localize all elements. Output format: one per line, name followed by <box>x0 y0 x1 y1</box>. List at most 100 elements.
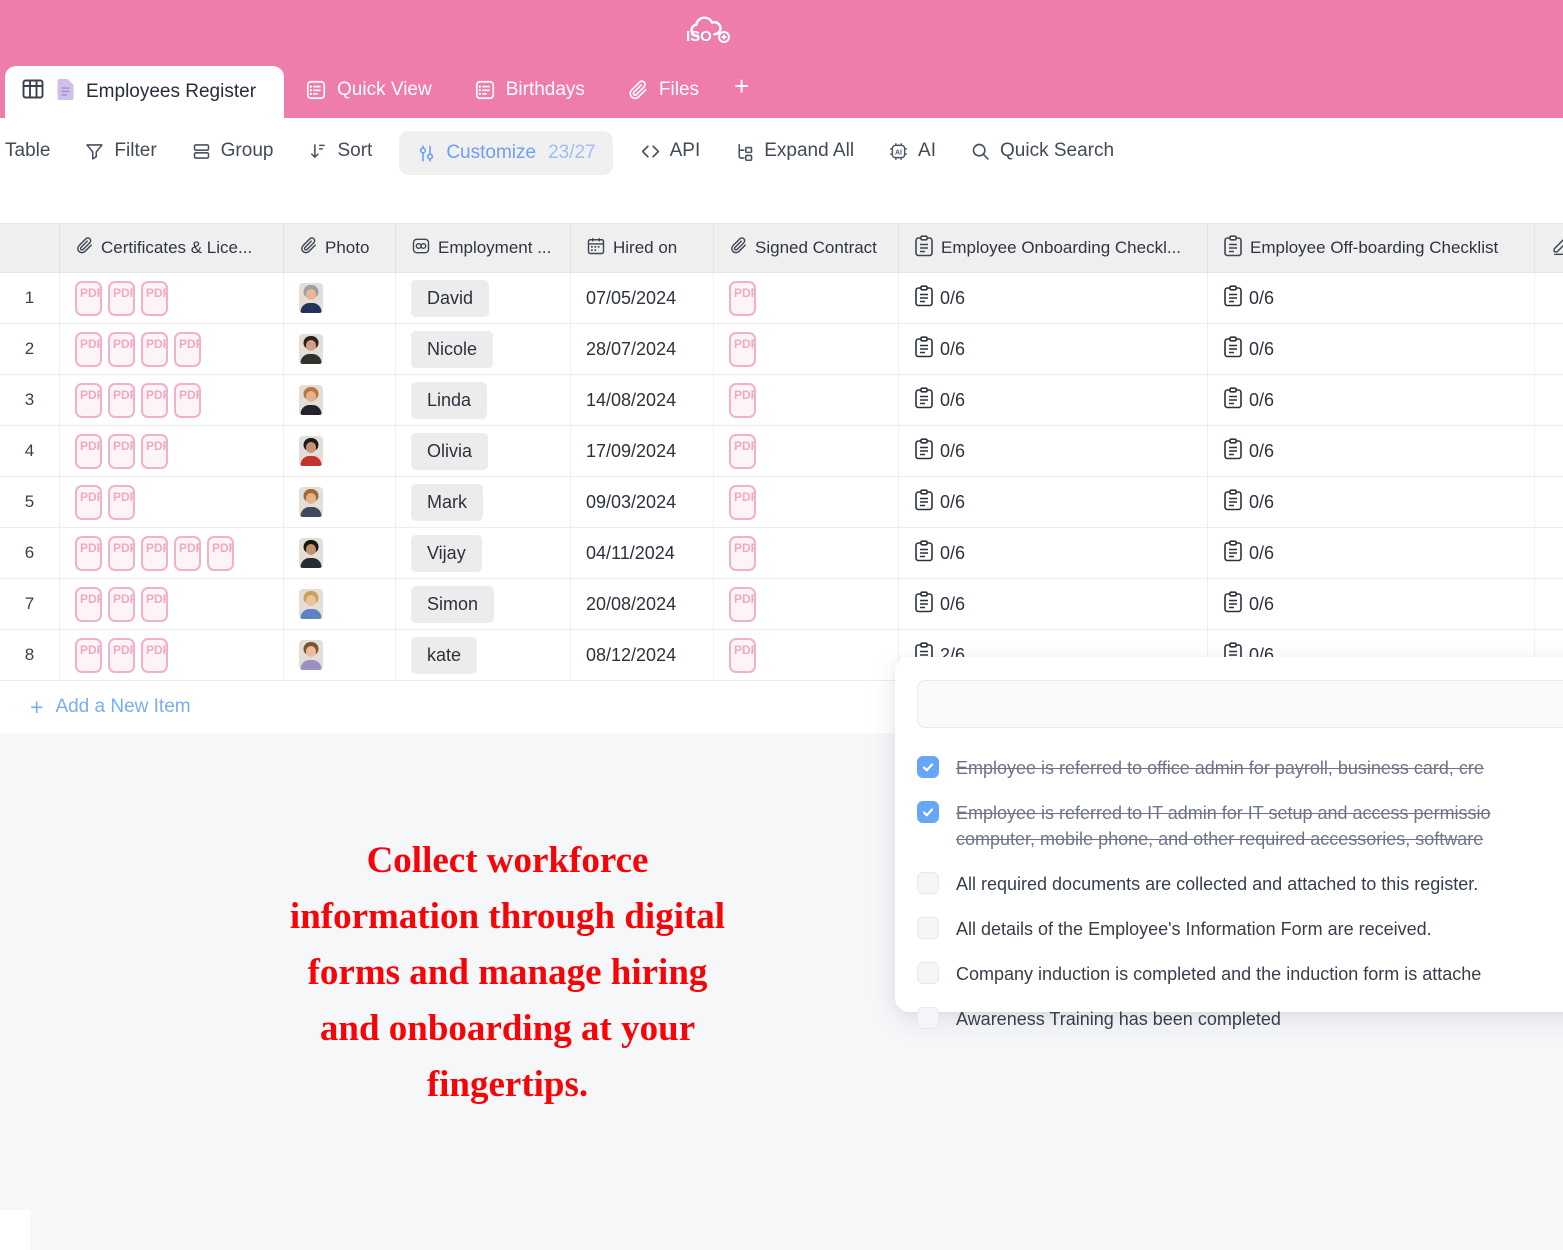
offboarding-checklist-cell[interactable]: 0/6 <box>1208 477 1535 527</box>
expand-all-button[interactable]: Expand All <box>717 131 871 171</box>
photo-cell[interactable] <box>284 324 396 374</box>
pdf-file-badge[interactable]: PDF <box>108 281 135 316</box>
row-number[interactable]: 7 <box>0 579 60 629</box>
tab-birthdays[interactable]: Birthdays <box>453 62 606 118</box>
pdf-file-badge[interactable]: PDF <box>207 536 234 571</box>
notes-cell[interactable] <box>1535 324 1563 374</box>
signed-contract-cell[interactable]: PDF <box>714 528 899 578</box>
api-button[interactable]: API <box>623 131 718 171</box>
checklist-checkbox[interactable] <box>917 1007 939 1029</box>
offboarding-checklist-cell[interactable]: 0/6 <box>1208 528 1535 578</box>
employment-name-cell[interactable]: kate <box>396 630 571 680</box>
offboarding-count[interactable]: 0/6 <box>1249 492 1274 513</box>
row-number[interactable]: 8 <box>0 630 60 680</box>
pdf-file-badge[interactable]: PDF <box>141 638 168 673</box>
onboarding-checklist-cell[interactable]: 0/6 <box>899 528 1208 578</box>
column-header-employment[interactable]: Employment ... <box>396 224 571 272</box>
column-header-certificates-lice[interactable]: Certificates & Lice... <box>60 224 284 272</box>
certificates-cell[interactable]: PDFPDFPDF <box>60 426 284 476</box>
checklist-checkbox[interactable] <box>917 917 939 939</box>
pdf-file-badge[interactable]: PDF <box>75 638 102 673</box>
certificates-cell[interactable]: PDFPDFPDFPDF <box>60 324 284 374</box>
pdf-file-badge[interactable]: PDF <box>75 485 102 520</box>
employment-name-cell[interactable]: Vijay <box>396 528 571 578</box>
pdf-file-badge[interactable]: PDF <box>141 332 168 367</box>
onboarding-checklist-cell[interactable]: 0/6 <box>899 579 1208 629</box>
onboarding-checklist-cell[interactable]: 0/6 <box>899 324 1208 374</box>
onboarding-checklist-cell[interactable]: 0/6 <box>899 375 1208 425</box>
employee-name-chip[interactable]: Mark <box>411 484 483 521</box>
onboarding-count[interactable]: 0/6 <box>940 492 965 513</box>
hired-on-cell[interactable]: 17/09/2024 <box>571 426 714 476</box>
pdf-file-badge[interactable]: PDF <box>75 332 102 367</box>
offboarding-checklist-cell[interactable]: 0/6 <box>1208 426 1535 476</box>
certificates-cell[interactable]: PDFPDFPDF <box>60 630 284 680</box>
pdf-file-badge[interactable]: PDF <box>108 332 135 367</box>
hired-on-cell[interactable]: 14/08/2024 <box>571 375 714 425</box>
certificates-cell[interactable]: PDFPDFPDF <box>60 579 284 629</box>
signed-contract-cell[interactable]: PDF <box>714 375 899 425</box>
onboarding-checklist-cell[interactable]: 0/6 <box>899 477 1208 527</box>
pdf-file-badge[interactable]: PDF <box>108 587 135 622</box>
notes-cell[interactable] <box>1535 528 1563 578</box>
row-number[interactable]: 4 <box>0 426 60 476</box>
offboarding-checklist-cell[interactable]: 0/6 <box>1208 579 1535 629</box>
photo-cell[interactable] <box>284 426 396 476</box>
offboarding-count[interactable]: 0/6 <box>1249 390 1274 411</box>
pdf-file-badge[interactable]: PDF <box>75 383 102 418</box>
certificates-cell[interactable]: PDFPDFPDF <box>60 273 284 323</box>
onboarding-count[interactable]: 0/6 <box>940 441 965 462</box>
notes-cell[interactable] <box>1535 375 1563 425</box>
hired-on-cell[interactable]: 08/12/2024 <box>571 630 714 680</box>
onboarding-count[interactable]: 0/6 <box>940 594 965 615</box>
employment-name-cell[interactable]: Linda <box>396 375 571 425</box>
employee-name-chip[interactable]: kate <box>411 637 477 674</box>
quick-search-button[interactable]: Quick Search <box>953 131 1131 171</box>
employment-name-cell[interactable]: Olivia <box>396 426 571 476</box>
row-number[interactable]: 6 <box>0 528 60 578</box>
onboarding-count[interactable]: 0/6 <box>940 543 965 564</box>
onboarding-count[interactable]: 0/6 <box>940 390 965 411</box>
pdf-file-badge[interactable]: PDF <box>141 434 168 469</box>
column-header-rownum[interactable] <box>0 224 60 272</box>
signed-contract-cell[interactable]: PDF <box>714 273 899 323</box>
column-header-employee-off-boarding-checklist[interactable]: Employee Off-boarding Checklist <box>1208 224 1535 272</box>
photo-cell[interactable] <box>284 273 396 323</box>
pdf-file-badge[interactable]: PDF <box>141 383 168 418</box>
checklist-checkbox[interactable] <box>917 801 939 823</box>
employment-name-cell[interactable]: Nicole <box>396 324 571 374</box>
pdf-file-badge[interactable]: PDF <box>174 536 201 571</box>
employee-name-chip[interactable]: Simon <box>411 586 494 623</box>
pdf-file-badge[interactable]: PDF <box>729 536 756 571</box>
certificates-cell[interactable]: PDFPDF <box>60 477 284 527</box>
pdf-file-badge[interactable]: PDF <box>174 332 201 367</box>
offboarding-count[interactable]: 0/6 <box>1249 288 1274 309</box>
signed-contract-cell[interactable]: PDF <box>714 477 899 527</box>
offboarding-checklist-cell[interactable]: 0/6 <box>1208 273 1535 323</box>
onboarding-count[interactable]: 0/6 <box>940 288 965 309</box>
notes-cell[interactable] <box>1535 273 1563 323</box>
row-number[interactable]: 1 <box>0 273 60 323</box>
photo-cell[interactable] <box>284 375 396 425</box>
onboarding-checklist-cell[interactable]: 0/6 <box>899 273 1208 323</box>
offboarding-count[interactable]: 0/6 <box>1249 594 1274 615</box>
signed-contract-cell[interactable]: PDF <box>714 324 899 374</box>
pdf-file-badge[interactable]: PDF <box>174 383 201 418</box>
pdf-file-badge[interactable]: PDF <box>75 536 102 571</box>
notes-cell[interactable] <box>1535 579 1563 629</box>
tab-quick-view[interactable]: Quick View <box>284 62 453 118</box>
column-header-photo[interactable]: Photo <box>284 224 396 272</box>
column-header-employee-onboarding-checkl[interactable]: Employee Onboarding Checkl... <box>899 224 1208 272</box>
sort-button[interactable]: Sort <box>290 131 389 171</box>
offboarding-count[interactable]: 0/6 <box>1249 441 1274 462</box>
pdf-file-badge[interactable]: PDF <box>108 638 135 673</box>
employee-name-chip[interactable]: Nicole <box>411 331 493 368</box>
row-number[interactable]: 3 <box>0 375 60 425</box>
pdf-file-badge[interactable]: PDF <box>141 587 168 622</box>
checklist-checkbox[interactable] <box>917 756 939 778</box>
signed-contract-cell[interactable]: PDF <box>714 426 899 476</box>
pdf-file-badge[interactable]: PDF <box>75 434 102 469</box>
offboarding-checklist-cell[interactable]: 0/6 <box>1208 375 1535 425</box>
employee-name-chip[interactable]: Linda <box>411 382 487 419</box>
hired-on-cell[interactable]: 09/03/2024 <box>571 477 714 527</box>
